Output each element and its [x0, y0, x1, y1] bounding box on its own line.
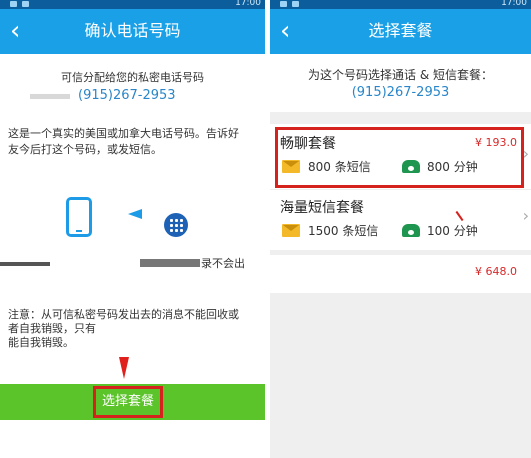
status-bar: 17:00	[0, 0, 265, 9]
envelope-icon	[282, 224, 300, 237]
status-bar: 17:00	[270, 0, 531, 9]
keypad-icon	[164, 213, 188, 237]
notification-icon	[280, 1, 287, 7]
description-tail: 录不会出	[201, 257, 245, 270]
arrow-left-icon	[128, 209, 142, 219]
title-bar: ‹ 选择套餐	[270, 9, 531, 54]
page-title: 选择套餐	[368, 21, 433, 40]
plan-item[interactable]: ¥ 648.0	[270, 255, 531, 293]
phone-handset-icon	[402, 224, 420, 237]
plan-item[interactable]: 海量短信套餐 1500 条短信 100 分钟 ›	[270, 190, 531, 250]
note-line-1: 注意：从可信私密号码发出去的消息不能回收或	[8, 308, 239, 321]
plan-price: ¥ 648.0	[475, 265, 517, 278]
plan-name: 海量短信套餐	[280, 200, 364, 216]
left-screen: 17:00 ‹ 确认电话号码 可信分配给您的私密电话号码 (915)267-29…	[0, 0, 265, 458]
notification-icon	[22, 1, 29, 7]
redacted-area	[140, 259, 200, 267]
chevron-right-icon: ›	[522, 206, 529, 225]
note-line-3: 能自我销毁。	[8, 336, 74, 349]
phone-number: (915)267-2953	[351, 85, 450, 100]
selected-plan-highlight	[275, 127, 524, 188]
description-line-2: 友今后打这个号码，或发短信。	[8, 143, 162, 156]
choose-plan-button[interactable]: 选择套餐	[93, 386, 163, 418]
status-time: 17:00	[235, 0, 261, 8]
title-bar: ‹ 确认电话号码	[0, 9, 265, 54]
smartphone-icon	[66, 197, 92, 237]
red-arrow-marker	[119, 357, 129, 379]
notification-icon	[292, 1, 299, 7]
redacted-area	[0, 262, 50, 266]
right-screen: 17:00 ‹ 选择套餐 为这个号码选择通话 & 短信套餐： (915)267-…	[270, 0, 531, 458]
notification-icon	[10, 1, 17, 7]
phone-number: (915)267-2953	[78, 88, 176, 103]
plan-minutes: 100 分钟	[427, 224, 478, 238]
description-line-1: 这是一个真实的美国或加拿大电话号码。告诉好	[8, 127, 239, 140]
note-line-2: 者自我销毁，只有	[8, 322, 96, 335]
redacted-area	[30, 94, 70, 99]
status-time: 17:00	[501, 0, 527, 8]
intro-text: 可信分配给您的私密电话号码	[61, 71, 204, 84]
number-header: 为这个号码选择通话 & 短信套餐： (915)267-2953	[270, 54, 531, 112]
page-title: 确认电话号码	[84, 21, 181, 40]
plan-prompt: 为这个号码选择通话 & 短信套餐：	[308, 68, 493, 82]
plan-sms: 1500 条短信	[308, 224, 379, 238]
